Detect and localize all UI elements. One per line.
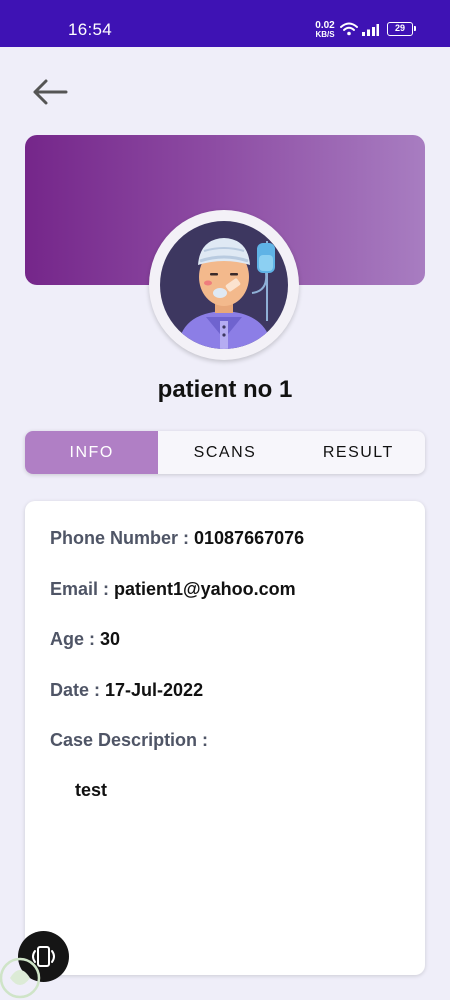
age-value: 30 bbox=[100, 629, 121, 649]
age-label: Age : bbox=[50, 629, 101, 649]
date-row: Date : 17-Jul-2022 bbox=[50, 680, 203, 701]
phone-row: Phone Number : 01087667076 bbox=[50, 528, 304, 549]
tab-bar: INFO SCANS RESULT bbox=[25, 431, 425, 474]
network-speed-unit: KB/S bbox=[315, 30, 335, 39]
patient-name: patient no 1 bbox=[157, 376, 293, 403]
case-description-row: Case Description : bbox=[50, 730, 208, 751]
email-label: Email : bbox=[50, 579, 115, 599]
signal-icon bbox=[362, 24, 379, 36]
arrow-left-icon bbox=[33, 79, 68, 105]
status-time: 16:54 bbox=[68, 20, 113, 39]
battery-icon: 29 bbox=[387, 22, 416, 36]
patient-avatar-icon bbox=[160, 221, 288, 349]
email-row: Email : patient1@yahoo.com bbox=[50, 579, 296, 600]
case-description-label: Case Description : bbox=[50, 730, 209, 750]
tab-result[interactable]: RESULT bbox=[292, 431, 425, 474]
case-description-value: test bbox=[75, 780, 108, 800]
phone-label: Phone Number : bbox=[50, 528, 195, 548]
status-bar: 16:54 0.02 KB/S 29 bbox=[0, 0, 450, 47]
age-row: Age : 30 bbox=[50, 629, 120, 650]
watermark-logo-icon bbox=[0, 957, 41, 999]
phone-value: 01087667076 bbox=[194, 528, 305, 548]
date-label: Date : bbox=[50, 680, 106, 700]
wifi-icon bbox=[340, 22, 358, 36]
network-speed: 0.02 KB/S bbox=[314, 21, 336, 39]
avatar-frame bbox=[149, 210, 299, 360]
tab-scans[interactable]: SCANS bbox=[158, 431, 291, 474]
date-value: 17-Jul-2022 bbox=[105, 680, 204, 700]
tab-info[interactable]: INFO bbox=[25, 431, 159, 474]
email-value: patient1@yahoo.com bbox=[114, 579, 296, 599]
patient-info-card: Phone Number : 01087667076 Email : patie… bbox=[25, 501, 425, 975]
back-button[interactable] bbox=[30, 76, 70, 108]
